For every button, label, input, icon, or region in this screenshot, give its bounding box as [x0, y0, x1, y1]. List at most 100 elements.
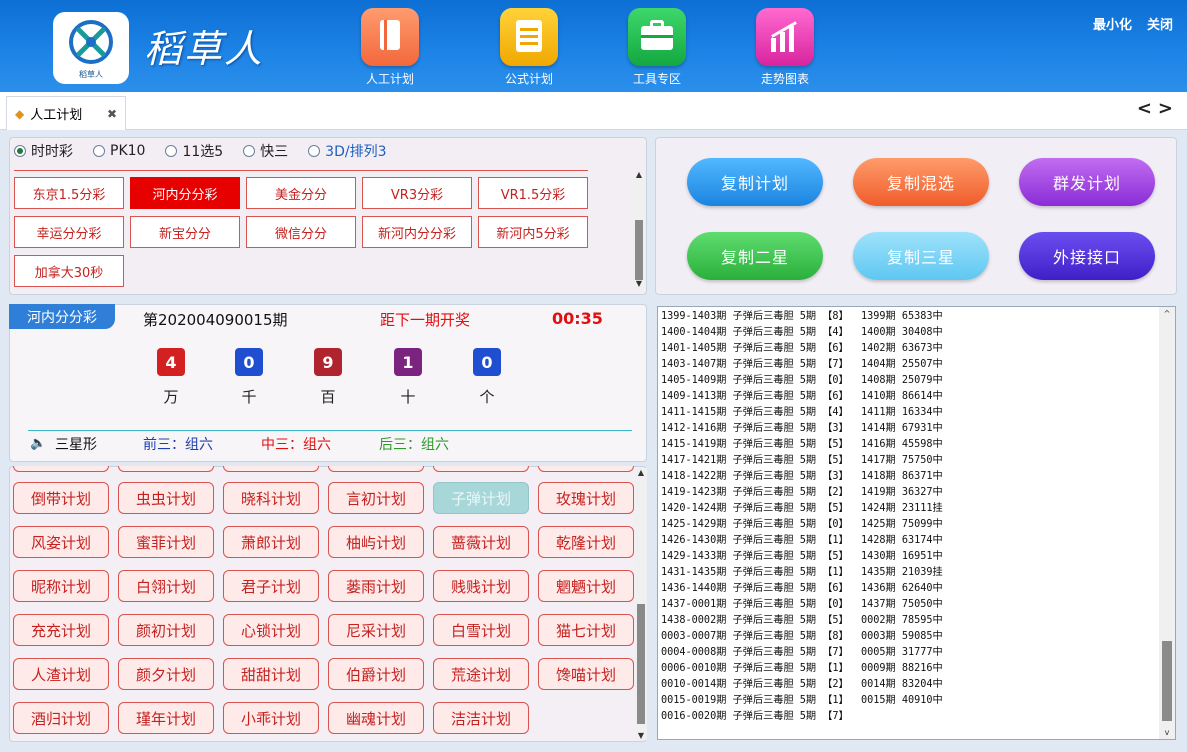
- nav-formula-plan[interactable]: 公式计划: [489, 8, 569, 87]
- scroll-up-icon[interactable]: ▲: [633, 170, 645, 179]
- category-button[interactable]: 新河内5分彩: [478, 216, 588, 248]
- plan-button[interactable]: 猫七计划: [538, 614, 634, 646]
- plan-button[interactable]: 小乖计划: [223, 702, 319, 734]
- category-button[interactable]: 新河内分分彩: [362, 216, 472, 248]
- plan-button[interactable]: 魍魉计划: [538, 570, 634, 602]
- plan-button[interactable]: 贱贱计划: [433, 570, 529, 602]
- plan-button[interactable]: 人渣计划: [13, 658, 109, 690]
- plan-button[interactable]: 虫虫计划: [118, 482, 214, 514]
- category-button[interactable]: 幸运分分彩: [14, 216, 124, 248]
- plan-button[interactable]: 君子计划: [223, 570, 319, 602]
- plan-button[interactable]: 酒归计划: [13, 702, 109, 734]
- copy-two-star-button[interactable]: 复制二星: [687, 232, 823, 280]
- copy-plan-button[interactable]: 复制计划: [687, 158, 823, 206]
- plan-button[interactable]: 洁洁计划: [433, 702, 529, 734]
- plan-button[interactable]: 颜夕计划: [118, 658, 214, 690]
- plan-button[interactable]: 蜜菲计划: [118, 526, 214, 558]
- plan-button[interactable]: 甜甜计划: [223, 658, 319, 690]
- plan-button[interactable]: 乾隆计划: [538, 526, 634, 558]
- tab-prev-button[interactable]: <: [1137, 98, 1158, 119]
- plan-button[interactable]: 充充计划: [13, 614, 109, 646]
- plan-button[interactable]: 馋喵计划: [538, 658, 634, 690]
- log-lines: 1399-1403期 子弹后三毒胆 5期 【8】 1399期 65383中 140…: [658, 309, 1160, 725]
- scroll-thumb[interactable]: [635, 220, 643, 280]
- plan-button[interactable]: 蔷薇计划: [433, 526, 529, 558]
- plan-button[interactable]: 尼采计划: [328, 614, 424, 646]
- plan-button[interactable]: 荒途计划: [433, 658, 529, 690]
- app-logo: 稻草人: [53, 12, 129, 84]
- plan-button[interactable]: 心锁计划: [223, 614, 319, 646]
- copy-three-star-button[interactable]: 复制三星: [853, 232, 989, 280]
- plan-button[interactable]: 风姿计划: [13, 526, 109, 558]
- copy-mixed-button[interactable]: 复制混选: [853, 158, 989, 206]
- category-button[interactable]: VR3分彩: [362, 177, 472, 209]
- countdown-label: 距下一期开奖: [380, 311, 471, 329]
- plan-log[interactable]: 1399-1403期 子弹后三毒胆 5期 【8】 1399期 65383中 140…: [657, 306, 1176, 740]
- plan-button[interactable]: 柚屿计划: [328, 526, 424, 558]
- plan-button[interactable]: 颜初计划: [118, 614, 214, 646]
- draw-ball-shi: 1: [394, 348, 422, 376]
- scroll-up-icon[interactable]: ^: [1159, 309, 1175, 318]
- radio-pk10[interactable]: PK10: [93, 141, 145, 161]
- countdown-timer: 00:35: [552, 309, 603, 328]
- log-line: 1409-1413期 子弹后三毒胆 5期 【6】 1410期 86614中: [661, 391, 943, 402]
- radio-3d[interactable]: 3D/排列3: [308, 141, 386, 161]
- radio-kuai3[interactable]: 快三: [243, 141, 288, 161]
- nav-label: 走势图表: [760, 72, 809, 86]
- back-three: 后三：组六: [379, 437, 449, 453]
- log-line: 0004-0008期 子弹后三毒胆 5期 【7】 0005期 31777中: [661, 647, 943, 658]
- middle-three: 中三：组六: [261, 437, 331, 453]
- scroll-thumb[interactable]: [1162, 641, 1172, 721]
- category-button[interactable]: 微信分分: [246, 216, 356, 248]
- log-line: 0003-0007期 子弹后三毒胆 5期 【8】 0003期 59085中: [661, 631, 943, 642]
- category-scrollbar[interactable]: ▲ ▼: [633, 170, 645, 288]
- plan-button[interactable]: 幽魂计划: [328, 702, 424, 734]
- close-button[interactable]: 关闭: [1147, 14, 1173, 33]
- scroll-down-icon[interactable]: ▼: [635, 731, 647, 740]
- tab-manual-plan[interactable]: ◆ 人工计划 ✖: [6, 96, 126, 130]
- tab-close-icon[interactable]: ✖: [107, 107, 117, 121]
- plan-button[interactable]: 昵称计划: [13, 570, 109, 602]
- category-button[interactable]: 东京1.5分彩: [14, 177, 124, 209]
- plan-button[interactable]: 白翎计划: [118, 570, 214, 602]
- plan-scrollbar[interactable]: ▲ ▼: [635, 468, 647, 740]
- tab-bar: ◆ 人工计划 ✖ <>: [0, 92, 1187, 130]
- radio-shishicai[interactable]: 时时彩: [14, 141, 73, 161]
- plan-button[interactable]: 子弹计划: [433, 482, 529, 514]
- external-api-button[interactable]: 外接接口: [1019, 232, 1155, 280]
- plan-button[interactable]: 蒌雨计划: [328, 570, 424, 602]
- plan-button[interactable]: 瑾年计划: [118, 702, 214, 734]
- notebook-icon: [361, 8, 419, 66]
- nav-trend-chart[interactable]: 走势图表: [745, 8, 825, 87]
- lottery-type-group: 时时彩 PK10 11选5 快三 3D/排列3: [14, 141, 406, 161]
- plan-button[interactable]: 伯爵计划: [328, 658, 424, 690]
- category-button[interactable]: 美金分分: [246, 177, 356, 209]
- log-line: 1415-1419期 子弹后三毒胆 5期 【5】 1416期 45598中: [661, 439, 943, 450]
- plan-button[interactable]: 玫瑰计划: [538, 482, 634, 514]
- scroll-down-icon[interactable]: ▼: [633, 279, 645, 288]
- plan-button-clipped: [538, 466, 634, 472]
- speaker-icon[interactable]: 🔈: [30, 436, 46, 451]
- tab-next-button[interactable]: >: [1158, 98, 1179, 119]
- plan-button[interactable]: 萧郎计划: [223, 526, 319, 558]
- radio-11x5[interactable]: 11选5: [165, 141, 223, 161]
- nav-manual-plan[interactable]: 人工计划: [350, 8, 430, 87]
- broadcast-plan-button[interactable]: 群发计划: [1019, 158, 1155, 206]
- category-button[interactable]: 加拿大30秒: [14, 255, 124, 287]
- plan-button[interactable]: 倒带计划: [13, 482, 109, 514]
- scroll-up-icon[interactable]: ▲: [635, 468, 647, 477]
- category-button[interactable]: VR1.5分彩: [478, 177, 588, 209]
- log-scrollbar[interactable]: ^ v: [1159, 307, 1175, 739]
- plan-button[interactable]: 白雪计划: [433, 614, 529, 646]
- scroll-down-icon[interactable]: v: [1159, 728, 1175, 737]
- log-line: 1401-1405期 子弹后三毒胆 5期 【6】 1402期 63673中: [661, 343, 943, 354]
- category-button[interactable]: 新宝分分: [130, 216, 240, 248]
- category-button-selected[interactable]: 河内分分彩: [130, 177, 240, 209]
- plan-button[interactable]: 晓科计划: [223, 482, 319, 514]
- log-line: 0006-0010期 子弹后三毒胆 5期 【1】 0009期 88216中: [661, 663, 943, 674]
- minimize-button[interactable]: 最小化: [1093, 14, 1132, 33]
- plan-button[interactable]: 言初计划: [328, 482, 424, 514]
- log-line: 1403-1407期 子弹后三毒胆 5期 【7】 1404期 25507中: [661, 359, 943, 370]
- nav-tools[interactable]: 工具专区: [617, 8, 697, 87]
- scroll-thumb[interactable]: [637, 604, 645, 724]
